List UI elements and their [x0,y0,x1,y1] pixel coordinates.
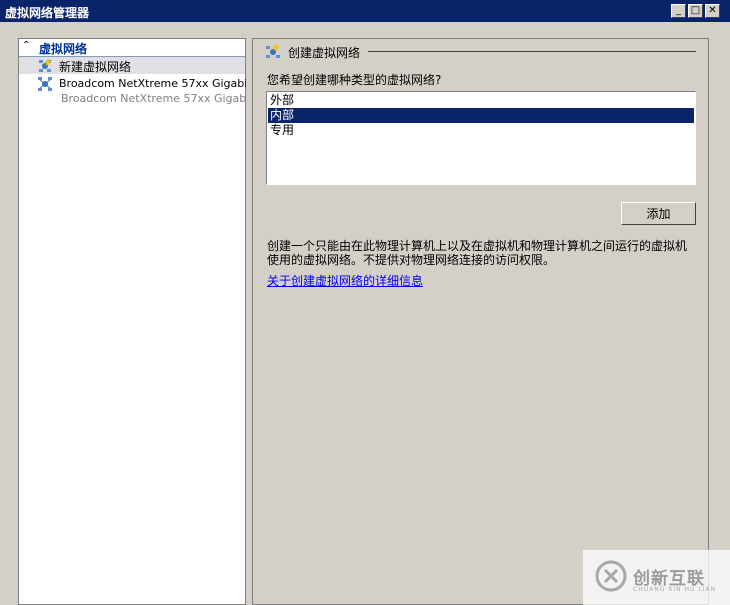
watermark-logo-icon [595,560,627,592]
window-frame-right [709,22,730,605]
content-pane: 创建虚拟网络 您希望创建哪种类型的虚拟网络? 外部 内部 专用 添加 创建一个只… [252,38,709,605]
network-description: 创建一个只能由在此物理计算机上以及在虚拟机和物理计算机之间运行的虚拟机使用的虚拟… [267,239,688,267]
nav-pane: ⌃ 虚拟网络 新建虚拟网络 Broadcom NetXtreme 57xx Gi… [18,38,268,605]
minimize-button[interactable]: _ [671,4,686,18]
network-type-question: 您希望创建哪种类型的虚拟网络? [267,73,442,87]
nav-item-broadcom[interactable]: Broadcom NetXtreme 57xx Gigabit ... [19,75,266,92]
create-network-icon [266,43,280,58]
maximize-button[interactable]: □ [688,4,703,18]
collapse-chevron-icon[interactable]: ⌃ [22,40,30,51]
watermark: 创新互联 CHUANG XIN HU LIAN [583,550,730,605]
title-bar: 虚拟网络管理器 _ □ ✕ [0,0,730,22]
option-private[interactable]: 专用 [268,123,694,138]
nav-item-broadcom-subtext: Broadcom NetXtreme 57xx Gigabit ... [61,92,268,105]
network-adapter-icon [38,77,52,91]
watermark-sub: CHUANG XIN HU LIAN [633,586,717,593]
add-button[interactable]: 添加 [621,202,696,225]
window-frame-left [0,22,17,605]
nav-item-broadcom-label: Broadcom NetXtreme 57xx Gigabit ... [59,77,266,90]
section-title: 创建虚拟网络 [288,46,361,60]
window-title: 虚拟网络管理器 [5,6,90,20]
nav-item-new-network[interactable]: 新建虚拟网络 [19,57,245,74]
nav-item-new-network-label: 新建虚拟网络 [59,60,132,74]
nav-header-label: 虚拟网络 [39,42,88,56]
more-info-link[interactable]: 关于创建虚拟网络的详细信息 [267,272,423,289]
close-button[interactable]: ✕ [705,4,720,18]
option-external[interactable]: 外部 [268,93,694,108]
section-divider [368,51,696,52]
option-internal[interactable]: 内部 [268,108,694,123]
nav-header[interactable]: ⌃ 虚拟网络 [19,39,245,57]
network-type-listbox[interactable]: 外部 内部 专用 [266,91,696,185]
new-network-icon [39,58,52,72]
